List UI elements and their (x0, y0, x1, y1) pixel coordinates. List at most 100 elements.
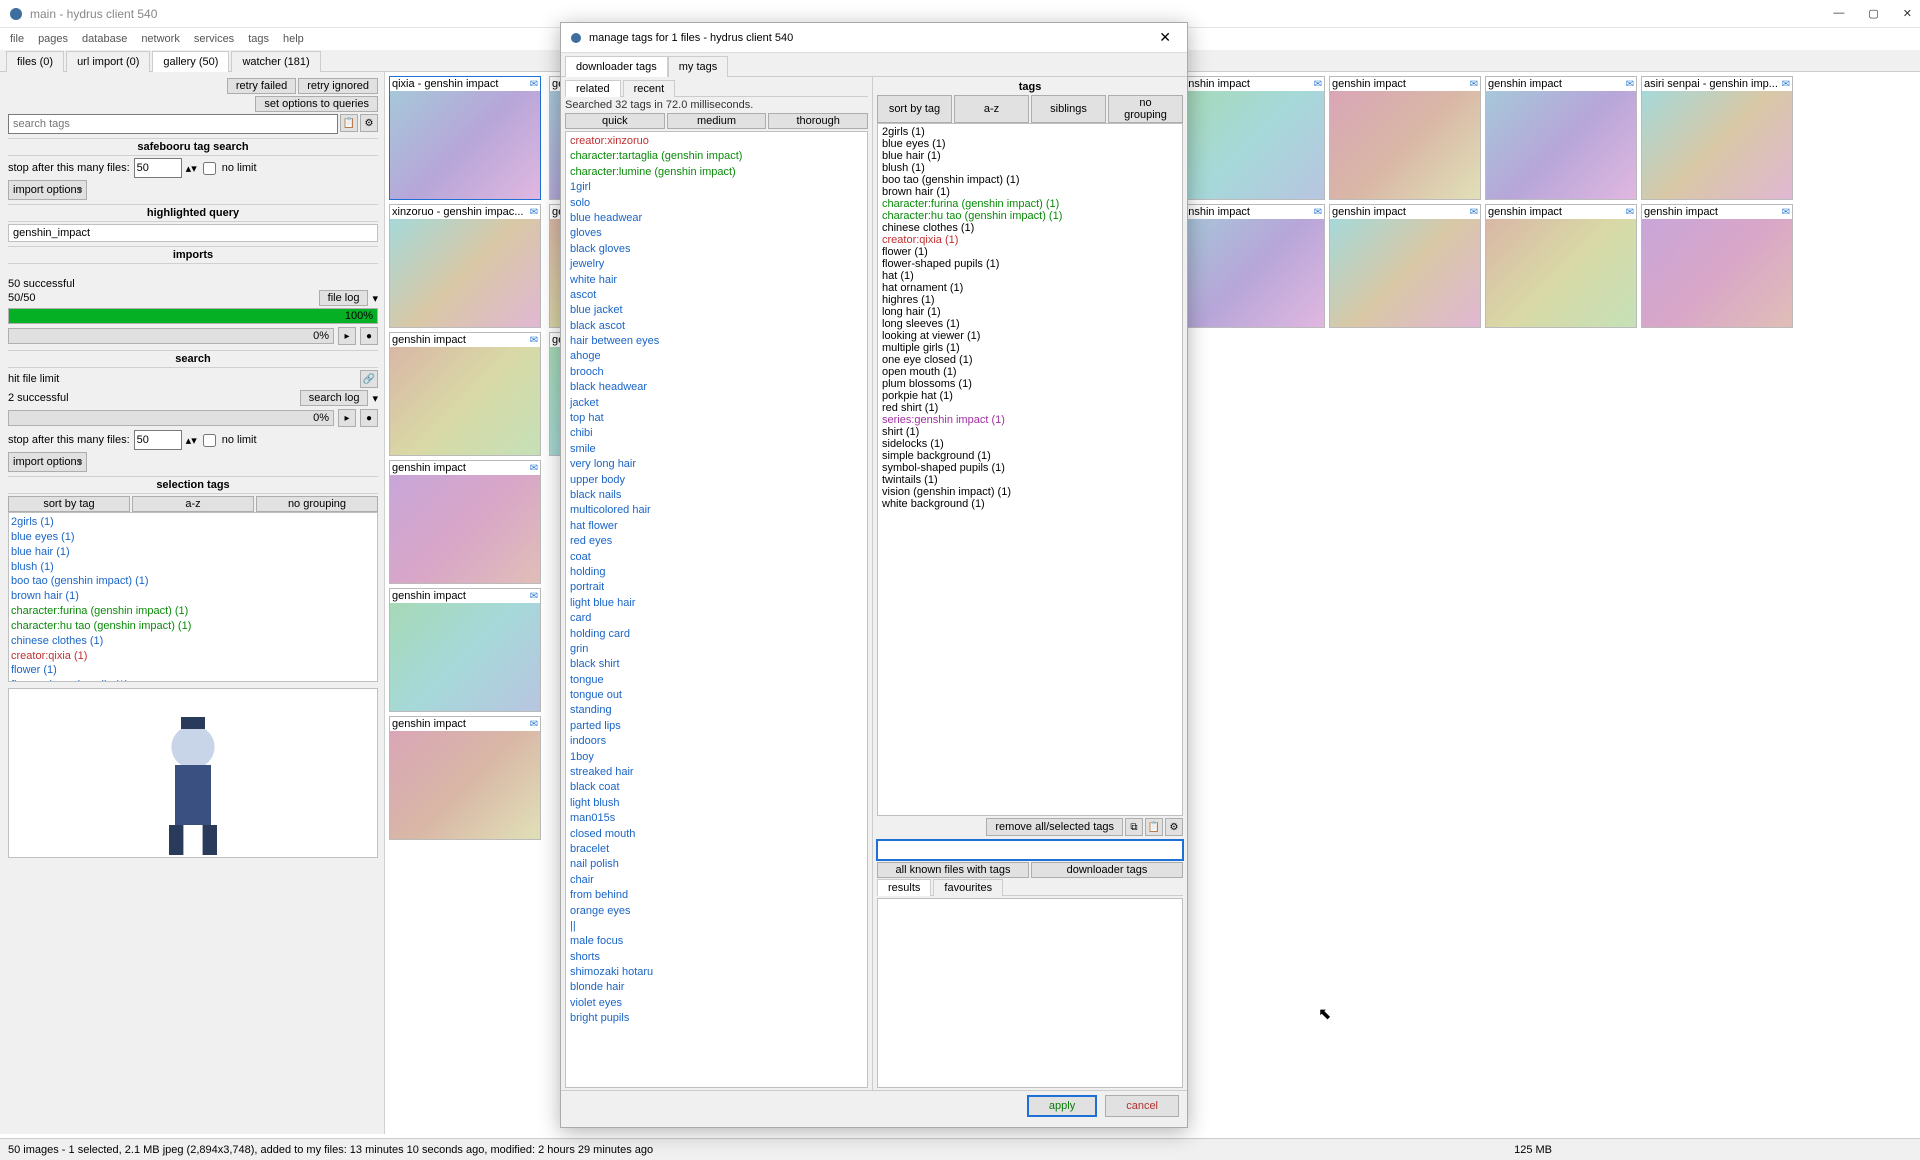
sort-az-button[interactable]: a-z (954, 95, 1029, 123)
sort-by-tag-button[interactable]: sort by tag (8, 496, 130, 512)
related-tag[interactable]: holding (570, 565, 863, 580)
related-tag[interactable]: character:tartaglia (genshin impact) (570, 149, 863, 164)
related-tags-list[interactable]: creator:xinzoruocharacter:tartaglia (gen… (565, 131, 868, 1088)
selection-tag-list[interactable]: 2girls (1)blue eyes (1)blue hair (1)blus… (8, 512, 378, 682)
siblings-button[interactable]: siblings (1031, 95, 1106, 123)
thumbnail[interactable]: genshin impact✉ (1641, 204, 1793, 328)
tag-item[interactable]: flower-shaped pupils (1) (11, 678, 375, 682)
thumbnail[interactable]: genshin impact✉ (389, 460, 541, 584)
current-tag[interactable]: red shirt (1) (882, 402, 1178, 414)
related-tag[interactable]: black gloves (570, 242, 863, 257)
related-tag[interactable]: indoors (570, 734, 863, 749)
related-tag[interactable]: very long hair (570, 457, 863, 472)
current-tag[interactable]: long sleeves (1) (882, 318, 1178, 330)
gear-icon[interactable]: ⚙ (360, 114, 378, 132)
related-tag[interactable]: streaked hair (570, 765, 863, 780)
related-tag[interactable]: jewelry (570, 257, 863, 272)
retry-failed-button[interactable]: retry failed (227, 78, 296, 94)
dialog-tab[interactable]: downloader tags (565, 56, 668, 77)
link-icon[interactable]: 🔗 (360, 370, 378, 388)
chevron-down-icon[interactable]: ▾ (372, 392, 378, 405)
current-tag[interactable]: boo tao (genshin impact) (1) (882, 174, 1178, 186)
gear-icon[interactable]: ⚙ (1165, 818, 1183, 836)
tag-input[interactable] (877, 840, 1183, 860)
search-log-button[interactable]: search log (300, 390, 369, 406)
related-tag[interactable]: gloves (570, 226, 863, 241)
related-tag[interactable]: brooch (570, 365, 863, 380)
related-tag[interactable]: hair between eyes (570, 334, 863, 349)
main-tab[interactable]: files (0) (6, 51, 64, 72)
play-icon[interactable]: ▸ (338, 409, 356, 427)
spin-arrows-icon[interactable]: ▴▾ (186, 162, 197, 175)
related-tag[interactable]: character:lumine (genshin impact) (570, 165, 863, 180)
related-tag[interactable]: nail polish (570, 857, 863, 872)
related-tag[interactable]: red eyes (570, 534, 863, 549)
related-tag[interactable]: portrait (570, 580, 863, 595)
thumbnail[interactable]: qixia - genshin impact✉ (389, 76, 541, 200)
retry-ignored-button[interactable]: retry ignored (298, 78, 378, 94)
current-tag[interactable]: series:genshin impact (1) (882, 414, 1178, 426)
stop-icon[interactable]: ● (360, 327, 378, 345)
current-tag[interactable]: sidelocks (1) (882, 438, 1178, 450)
related-tag[interactable]: standing (570, 703, 863, 718)
thumbnail[interactable]: genshin impact✉ (1173, 204, 1325, 328)
dialog-tab[interactable]: my tags (668, 56, 729, 77)
related-tag[interactable]: man015s (570, 811, 863, 826)
main-tab[interactable]: gallery (50) (152, 51, 229, 72)
thumbnail[interactable]: genshin impact✉ (1485, 76, 1637, 200)
tag-item[interactable]: chinese clothes (1) (11, 634, 375, 649)
main-tab[interactable]: watcher (181) (231, 51, 320, 72)
related-tag[interactable]: shimozaki hotaru (570, 965, 863, 980)
related-tag[interactable]: shorts (570, 950, 863, 965)
current-tag[interactable]: highres (1) (882, 294, 1178, 306)
thumbnail[interactable]: xinzoruo - genshin impac...✉ (389, 204, 541, 328)
related-tag[interactable]: blonde hair (570, 980, 863, 995)
maximize-icon[interactable]: ▢ (1868, 7, 1878, 20)
related-tag[interactable]: black shirt (570, 657, 863, 672)
menu-database[interactable]: database (82, 33, 127, 45)
current-tag[interactable]: flower-shaped pupils (1) (882, 258, 1178, 270)
thumbnail[interactable]: genshin impact✉ (1329, 204, 1481, 328)
cancel-button[interactable]: cancel (1105, 1095, 1179, 1117)
current-tag[interactable]: character:hu tao (genshin impact) (1) (882, 210, 1178, 222)
related-tag[interactable]: white hair (570, 273, 863, 288)
all-known-files-button[interactable]: all known files with tags (877, 862, 1029, 878)
apply-button[interactable]: apply (1027, 1095, 1097, 1117)
minimize-icon[interactable]: — (1833, 7, 1844, 20)
tag-item[interactable]: brown hair (1) (11, 589, 375, 604)
related-tag[interactable]: card (570, 611, 863, 626)
current-tag[interactable]: vision (genshin impact) (1) (882, 486, 1178, 498)
related-tag[interactable]: multicolored hair (570, 503, 863, 518)
tag-item[interactable]: character:furina (genshin impact) (1) (11, 604, 375, 619)
tag-item[interactable]: 2girls (1) (11, 515, 375, 530)
thumbnail[interactable]: genshin impact✉ (1173, 76, 1325, 200)
copy-icon[interactable]: ⧉ (1125, 818, 1143, 836)
related-tag[interactable]: blue jacket (570, 303, 863, 318)
current-tag[interactable]: hat (1) (882, 270, 1178, 282)
current-tag[interactable]: long hair (1) (882, 306, 1178, 318)
related-tag[interactable]: chair (570, 873, 863, 888)
thorough-button[interactable]: thorough (768, 113, 868, 129)
menu-services[interactable]: services (194, 33, 234, 45)
medium-button[interactable]: medium (667, 113, 767, 129)
related-tag[interactable]: grin (570, 642, 863, 657)
current-tag[interactable]: white background (1) (882, 498, 1178, 510)
related-tag[interactable]: solo (570, 196, 863, 211)
stop-after-spin-2[interactable] (134, 430, 182, 450)
no-grouping-button[interactable]: no grouping (256, 496, 378, 512)
sub-tab[interactable]: recent (623, 80, 676, 97)
current-tag[interactable]: open mouth (1) (882, 366, 1178, 378)
current-tag[interactable]: symbol-shaped pupils (1) (882, 462, 1178, 474)
thumbnail[interactable]: asiri senpai - genshin imp...✉ (1641, 76, 1793, 200)
related-tag[interactable]: closed mouth (570, 827, 863, 842)
tag-item[interactable]: boo tao (genshin impact) (1) (11, 574, 375, 589)
sort-az-button[interactable]: a-z (132, 496, 254, 512)
menu-network[interactable]: network (141, 33, 180, 45)
related-tag[interactable]: upper body (570, 473, 863, 488)
set-options-button[interactable]: set options to queries (255, 96, 378, 112)
current-tag[interactable]: twintails (1) (882, 474, 1178, 486)
related-tag[interactable]: light blue hair (570, 596, 863, 611)
no-limit-checkbox[interactable] (203, 162, 216, 175)
play-icon[interactable]: ▸ (338, 327, 356, 345)
related-tag[interactable]: creator:xinzoruo (570, 134, 863, 149)
